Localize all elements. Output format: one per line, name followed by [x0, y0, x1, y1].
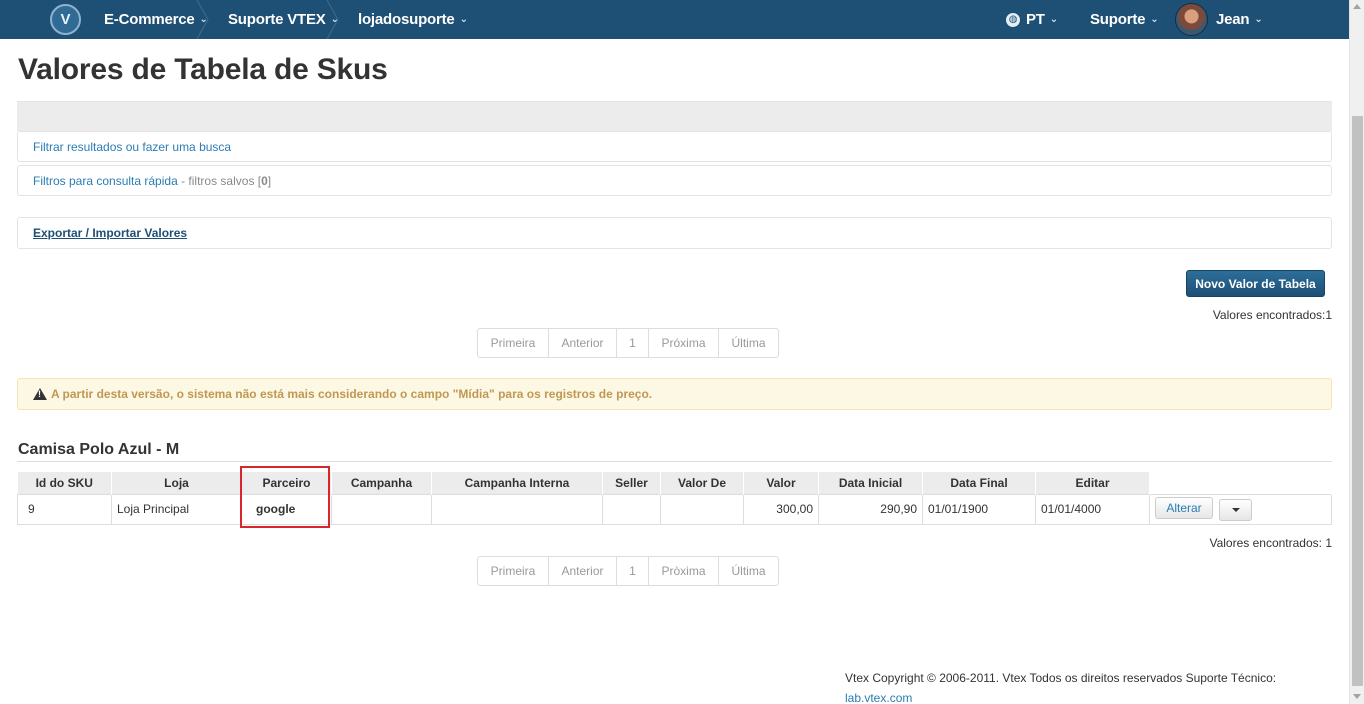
pager-prev-button[interactable]: Anterior [549, 557, 617, 585]
nav-store-label: lojadosuporte [358, 11, 455, 28]
product-section-title: Camisa Polo Azul - M [18, 441, 180, 458]
footer-support-link[interactable]: lab.vtex.com [845, 688, 1276, 704]
pager-next-button[interactable]: Próxima [649, 329, 719, 357]
nav-ecommerce[interactable]: E-Commerce ⌄ [104, 0, 208, 39]
nav-suporte-vtex[interactable]: Suporte VTEX ⌄ [228, 0, 339, 39]
nav-language[interactable]: ◍ PT ⌄ [1006, 0, 1058, 39]
new-table-value-button[interactable]: Novo Valor de Tabela [1186, 270, 1325, 297]
vertical-scrollbar[interactable] [1349, 0, 1364, 704]
column-header: Editar [1035, 472, 1150, 494]
results-count-bottom: Valores encontrados: 1 [1209, 536, 1332, 550]
warning-icon [33, 388, 47, 400]
export-import-link[interactable]: Exportar / Importar Valores [33, 226, 187, 240]
column-header: Loja [111, 472, 242, 494]
quick-filters-separator: - [177, 173, 189, 188]
pager-next-button[interactable]: Pròxima [649, 557, 719, 585]
scroll-down-icon[interactable] [1353, 694, 1361, 699]
warning-alert-text: A partir desta versão, o sistema não est… [51, 387, 653, 401]
cell-campaign [331, 493, 432, 525]
export-panel: Exportar / Importar Valores [17, 217, 1332, 249]
footer: Vtex Copyright © 2006-2011. Vtex Todos o… [845, 668, 1276, 704]
chevron-down-icon: ⌄ [1049, 14, 1058, 25]
section-divider [17, 461, 1332, 462]
pager-prev-button[interactable]: Anterior [549, 329, 617, 357]
nav-user[interactable]: Jean ⌄ [1216, 0, 1263, 39]
column-header: Valor [743, 472, 819, 494]
nav-store[interactable]: lojadosuporte ⌄ [358, 0, 468, 39]
filter-search-link[interactable]: Filtrar resultados ou fazer uma busca [33, 140, 231, 154]
cell-internal-campaign [431, 493, 603, 525]
actions-dropdown-button[interactable] [1219, 499, 1253, 521]
breadcrumb-separator-icon [196, 0, 210, 39]
breadcrumb-separator-icon [326, 0, 340, 39]
cell-seller [602, 493, 661, 525]
nav-suporte-vtex-label: Suporte VTEX [228, 11, 326, 28]
nav-ecommerce-label: E-Commerce [104, 11, 195, 28]
column-header: Data Final [922, 472, 1036, 494]
partner-column-highlight [240, 466, 330, 528]
chevron-down-icon: ⌄ [1254, 14, 1263, 25]
pager-last-button[interactable]: Última [719, 557, 778, 585]
table-header-row: Id do SKU Loja Parceiro Campanha Campanh… [17, 472, 1332, 494]
scroll-up-icon[interactable] [1353, 4, 1361, 9]
pager-first-button[interactable]: Primeira [478, 557, 549, 585]
pagination-top: Primeira Anterior 1 Próxima Última [477, 328, 779, 358]
pager-page-1[interactable]: 1 [617, 329, 649, 357]
quick-filters-panel: Filtros para consulta rápida - filtros s… [17, 165, 1332, 196]
cell-value-from-amount: 300,00 [743, 493, 819, 525]
pager-last-button[interactable]: Última [719, 329, 778, 357]
nav-user-label: Jean [1216, 11, 1250, 28]
nav-support-label: Suporte [1090, 11, 1146, 28]
caret-down-icon [1231, 508, 1240, 512]
pager-first-button[interactable]: Primeira [478, 329, 549, 357]
globe-icon: ◍ [1006, 12, 1020, 27]
user-avatar[interactable] [1175, 3, 1208, 36]
chevron-down-icon: ⌄ [1150, 14, 1159, 25]
scrollbar-thumb[interactable] [1352, 116, 1363, 686]
nav-language-label: PT [1026, 11, 1045, 28]
vtex-logo-icon[interactable]: V [50, 4, 81, 35]
saved-filters-count: 0 [261, 173, 268, 188]
cell-edit-actions: Alterar [1149, 493, 1332, 525]
page-title: Valores de Tabela de Skus [18, 53, 388, 86]
cell-end-date: 01/01/4000 [1035, 493, 1150, 525]
cell-start-date: 01/01/1900 [922, 493, 1036, 525]
column-header: Campanha [331, 472, 432, 494]
sku-values-table: Id do SKU Loja Parceiro Campanha Campanh… [17, 472, 1332, 525]
cell-store: Loja Principal [111, 493, 242, 525]
column-header: Data Inicial [818, 472, 923, 494]
cell-value-from [660, 493, 744, 525]
footer-copyright: Vtex Copyright © 2006-2011. Vtex Todos o… [845, 671, 1277, 685]
pager-page-1[interactable]: 1 [617, 557, 649, 585]
top-navbar: V E-Commerce ⌄ Suporte VTEX ⌄ lojadosupo… [0, 0, 1349, 39]
warning-alert: A partir desta versão, o sistema não est… [17, 378, 1332, 410]
cell-value: 290,90 [818, 493, 923, 525]
column-header: Campanha Interna [431, 472, 603, 494]
column-header: Id do SKU [17, 472, 112, 494]
alter-button[interactable]: Alterar [1155, 497, 1213, 519]
table-row: 9 Loja Principal google 300,00 290,90 01… [17, 493, 1332, 525]
pagination-bottom: Primeira Anterior 1 Pròxima Última [477, 556, 779, 586]
cell-sku-id: 9 [17, 493, 112, 525]
quick-filters-link[interactable]: Filtros para consulta rápida [33, 174, 178, 188]
saved-filters-close: ] [267, 173, 272, 188]
column-header: Valor De [660, 472, 744, 494]
column-header: Seller [602, 472, 661, 494]
header-band [17, 101, 1332, 131]
chevron-down-icon: ⌄ [459, 14, 468, 25]
filter-panel: Filtrar resultados ou fazer uma busca [17, 131, 1332, 162]
nav-support[interactable]: Suporte ⌄ [1090, 0, 1159, 39]
results-count-top: Valores encontrados:1 [1212, 308, 1332, 322]
saved-filters-label: filtros salvos [ [188, 173, 262, 188]
